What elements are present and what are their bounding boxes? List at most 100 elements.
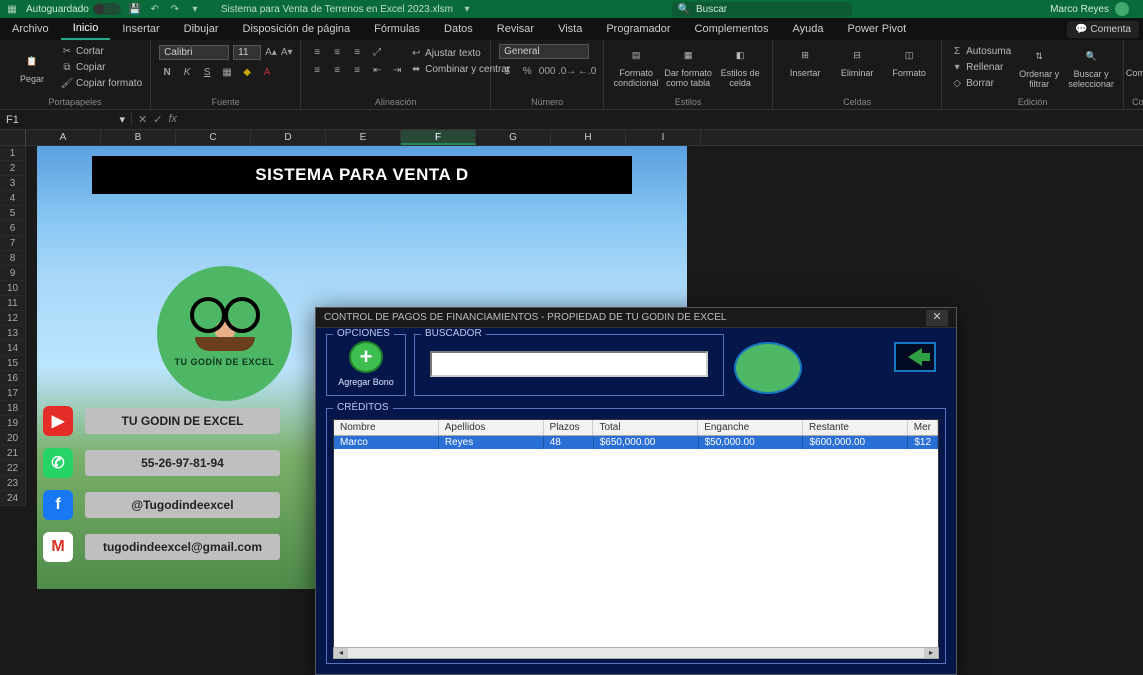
save-icon[interactable]: 💾 <box>129 3 141 15</box>
link-whatsapp[interactable]: ✆55-26-97-81-94 <box>43 448 280 478</box>
col-restante[interactable]: Restante <box>803 420 908 435</box>
col-enganche[interactable]: Enganche <box>698 420 803 435</box>
orientation-icon[interactable]: ⤢ <box>369 44 385 60</box>
indent-inc-icon[interactable]: ⇥ <box>389 62 405 78</box>
row-header-16[interactable]: 16 <box>0 371 26 386</box>
qat-more-icon[interactable]: ▾ <box>189 3 201 15</box>
col-header-A[interactable]: A <box>26 130 101 145</box>
row-header-22[interactable]: 22 <box>0 461 26 476</box>
border-button[interactable]: ▦ <box>219 64 235 80</box>
grid-row-selected[interactable]: Marco Reyes 48 $650,000.00 $50,000.00 $6… <box>334 436 938 449</box>
fx-icon[interactable]: fx <box>168 113 177 126</box>
underline-button[interactable]: S <box>199 64 215 80</box>
addins-button[interactable]: ▣Complementos <box>1132 44 1143 78</box>
dec-dec-icon[interactable]: ←.0 <box>579 63 595 79</box>
font-name-select[interactable] <box>159 45 229 60</box>
tab-complementos[interactable]: Complementos <box>683 19 781 39</box>
increase-font-icon[interactable]: A▴ <box>265 44 277 60</box>
row-header-23[interactable]: 23 <box>0 476 26 491</box>
tab-fórmulas[interactable]: Fórmulas <box>362 19 432 39</box>
close-button[interactable]: ✕ <box>926 310 948 326</box>
col-header-B[interactable]: B <box>101 130 176 145</box>
col-header-G[interactable]: G <box>476 130 551 145</box>
align-bottom-icon[interactable]: ≡ <box>349 44 365 60</box>
link-facebook[interactable]: f@Tugodindeexcel <box>43 490 280 520</box>
tab-ayuda[interactable]: Ayuda <box>781 19 836 39</box>
row-header-9[interactable]: 9 <box>0 266 26 281</box>
format-painter-button[interactable]: 🖌Copiar formato <box>60 76 142 90</box>
col-mensual[interactable]: Mer <box>908 420 938 435</box>
align-top-icon[interactable]: ≡ <box>309 44 325 60</box>
tab-disposición-de-página[interactable]: Disposición de página <box>231 19 363 39</box>
insert-cells-button[interactable]: ⊞Insertar <box>781 44 829 78</box>
delete-cells-button[interactable]: ⊟Eliminar <box>833 44 881 78</box>
link-gmail[interactable]: Mtugodindeexcel@gmail.com <box>43 532 280 562</box>
row-header-12[interactable]: 12 <box>0 311 26 326</box>
tab-insertar[interactable]: Insertar <box>110 19 171 39</box>
add-bono-button[interactable] <box>349 341 383 373</box>
row-header-18[interactable]: 18 <box>0 401 26 416</box>
currency-icon[interactable]: $ <box>499 63 515 79</box>
tab-datos[interactable]: Datos <box>432 19 485 39</box>
tab-vista[interactable]: Vista <box>546 19 594 39</box>
scroll-right-icon[interactable]: ▸ <box>924 648 938 658</box>
row-header-4[interactable]: 4 <box>0 191 26 206</box>
font-color-button[interactable]: A <box>259 64 275 80</box>
col-plazos[interactable]: Plazos <box>544 420 594 435</box>
select-all-corner[interactable] <box>0 130 26 145</box>
row-header-14[interactable]: 14 <box>0 341 26 356</box>
user-account[interactable]: Marco Reyes <box>1050 2 1137 16</box>
row-header-6[interactable]: 6 <box>0 221 26 236</box>
row-header-24[interactable]: 24 <box>0 491 26 506</box>
tab-programador[interactable]: Programador <box>594 19 682 39</box>
copy-button[interactable]: ⧉Copiar <box>60 60 142 74</box>
row-header-10[interactable]: 10 <box>0 281 26 296</box>
row-header-1[interactable]: 1 <box>0 146 26 161</box>
col-total[interactable]: Total <box>593 420 698 435</box>
credits-grid[interactable]: Nombre Apellidos Plazos Total Enganche R… <box>333 419 939 649</box>
sort-filter-button[interactable]: ⇅Ordenar y filtrar <box>1015 45 1063 89</box>
paste-button[interactable]: 📋 Pegar <box>8 50 56 84</box>
row-header-19[interactable]: 19 <box>0 416 26 431</box>
percent-icon[interactable]: % <box>519 63 535 79</box>
comments-button[interactable]: 💬 Comenta <box>1067 21 1139 38</box>
align-middle-icon[interactable]: ≡ <box>329 44 345 60</box>
enter-icon[interactable]: ✓ <box>153 113 162 126</box>
filename-dropdown-icon[interactable]: ▾ <box>461 3 473 15</box>
col-header-H[interactable]: H <box>551 130 626 145</box>
cancel-icon[interactable]: ✕ <box>138 113 147 126</box>
col-header-D[interactable]: D <box>251 130 326 145</box>
row-header-7[interactable]: 7 <box>0 236 26 251</box>
align-left-icon[interactable]: ≡ <box>309 62 325 78</box>
redo-icon[interactable]: ↷ <box>169 3 181 15</box>
dec-inc-icon[interactable]: .0→ <box>559 63 575 79</box>
col-apellidos[interactable]: Apellidos <box>439 420 544 435</box>
dialog-titlebar[interactable]: CONTROL DE PAGOS DE FINANCIAMIENTOS - PR… <box>316 308 956 328</box>
fill-button[interactable]: ▾Rellenar <box>950 60 1011 74</box>
autosave-toggle[interactable]: Autoguardado <box>26 3 121 15</box>
font-size-select[interactable] <box>233 45 261 60</box>
search-input[interactable] <box>430 351 708 377</box>
row-header-13[interactable]: 13 <box>0 326 26 341</box>
format-cells-button[interactable]: ◫Formato <box>885 44 933 78</box>
indent-dec-icon[interactable]: ⇤ <box>369 62 385 78</box>
row-header-3[interactable]: 3 <box>0 176 26 191</box>
row-header-11[interactable]: 11 <box>0 296 26 311</box>
fill-color-button[interactable]: ◆ <box>239 64 255 80</box>
tab-inicio[interactable]: Inicio <box>61 18 111 40</box>
align-right-icon[interactable]: ≡ <box>349 62 365 78</box>
grid-hscrollbar[interactable]: ◂ ▸ <box>333 647 939 659</box>
scroll-left-icon[interactable]: ◂ <box>334 648 348 658</box>
format-table-button[interactable]: ▦Dar formato como tabla <box>664 44 712 88</box>
cell-styles-button[interactable]: ◧Estilos de celda <box>716 44 764 88</box>
comma-icon[interactable]: 000 <box>539 63 555 79</box>
col-header-I[interactable]: I <box>626 130 701 145</box>
col-header-F[interactable]: F <box>401 130 476 145</box>
row-header-5[interactable]: 5 <box>0 206 26 221</box>
tab-revisar[interactable]: Revisar <box>485 19 546 39</box>
tab-archivo[interactable]: Archivo <box>0 19 61 39</box>
col-nombre[interactable]: Nombre <box>334 420 439 435</box>
autosum-button[interactable]: ΣAutosuma <box>950 44 1011 58</box>
tab-dibujar[interactable]: Dibujar <box>172 19 231 39</box>
row-header-20[interactable]: 20 <box>0 431 26 446</box>
